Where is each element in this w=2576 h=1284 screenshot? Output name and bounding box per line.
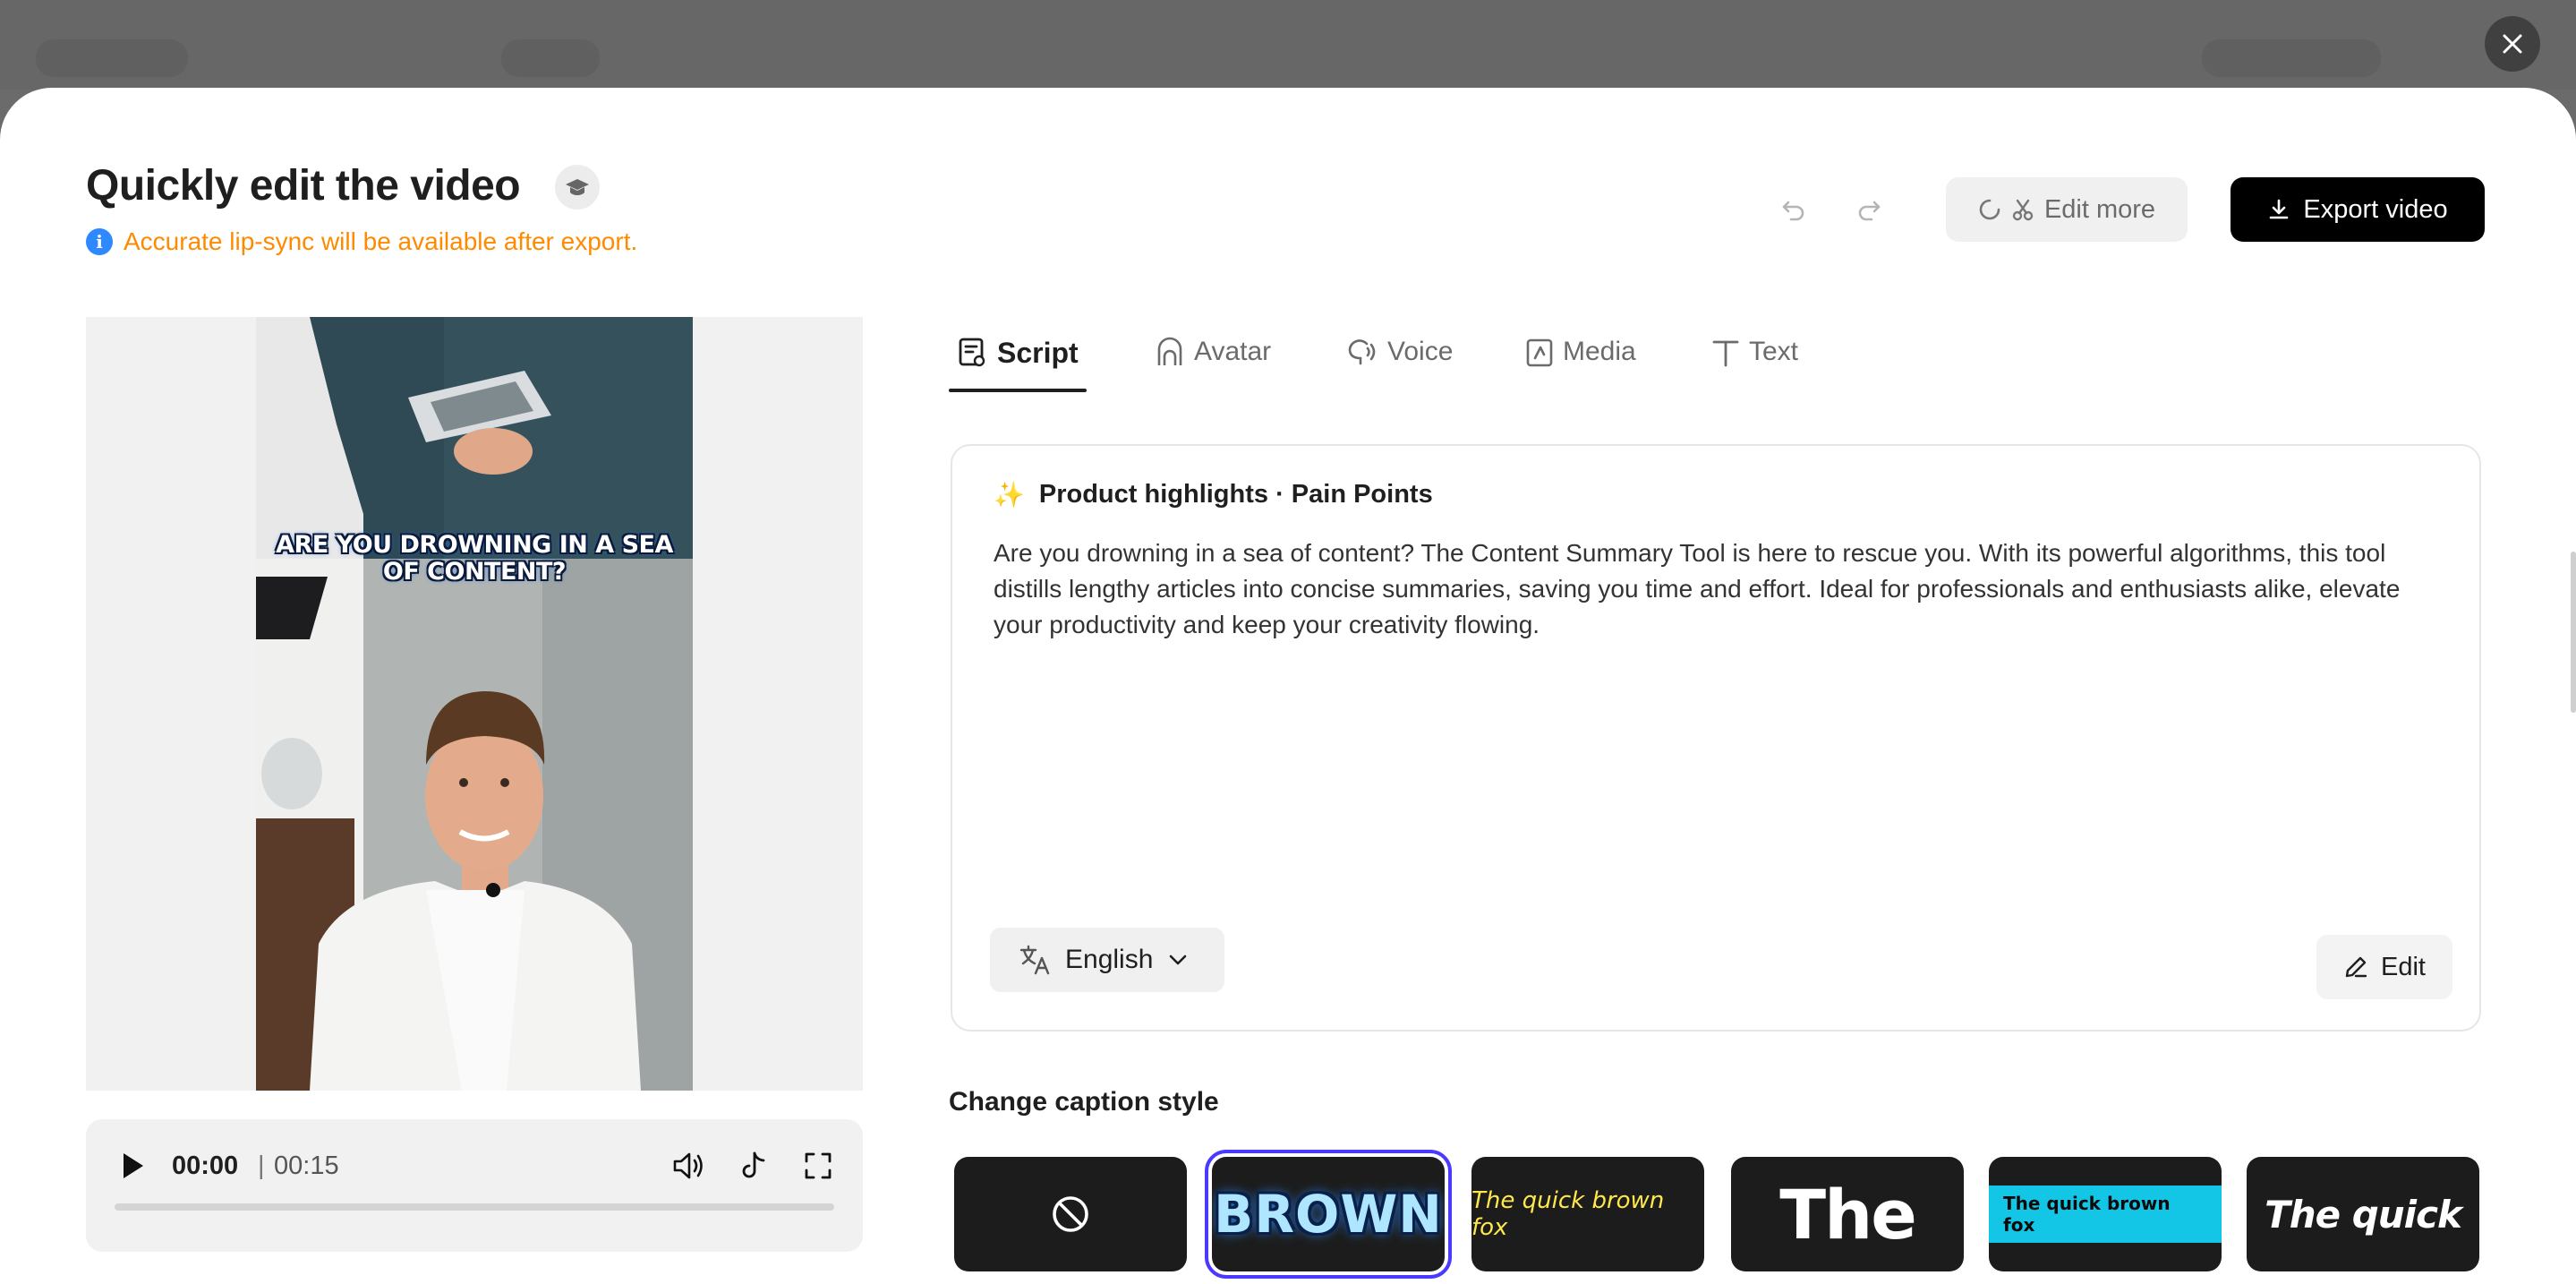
background-app <box>0 0 2576 90</box>
undo-button[interactable] <box>1769 184 1819 235</box>
caption-style-cyan-box[interactable]: The quick brown fox <box>1989 1157 2222 1271</box>
caption-style-sample: The quick <box>2265 1192 2462 1237</box>
background-blur <box>36 39 188 77</box>
script-heading: ✨ Product highlights · Pain Points <box>994 480 1433 509</box>
language-select[interactable]: English <box>990 928 1224 992</box>
tab-label: Voice <box>1387 337 1454 366</box>
caption-style-bold-italic[interactable]: The quick <box>2247 1157 2479 1271</box>
language-label: English <box>1065 945 1154 974</box>
no-caption-icon <box>1053 1196 1088 1232</box>
edit-script-button[interactable]: Edit <box>2316 935 2452 999</box>
close-icon <box>2503 34 2522 54</box>
fullscreen-button[interactable] <box>793 1141 843 1191</box>
tab-avatar[interactable]: Avatar <box>1155 330 1271 394</box>
avatar-video-image <box>256 317 693 1091</box>
caption-style-title: Change caption style <box>949 1087 1219 1117</box>
script-text: Are you drowning in a sea of content? Th… <box>994 539 2401 638</box>
text-icon <box>1712 340 1739 367</box>
loading-icon <box>1979 199 2000 220</box>
caption-style-none[interactable] <box>954 1157 1187 1271</box>
caption-style-bold-white[interactable]: The <box>1731 1157 1964 1271</box>
download-icon <box>2270 199 2289 219</box>
caption-style-brown[interactable]: BROWN <box>1205 1150 1452 1279</box>
close-button[interactable] <box>2485 16 2540 72</box>
script-icon <box>959 338 985 367</box>
tab-label: Script <box>997 337 1079 369</box>
tab-label: Text <box>1749 337 1799 366</box>
edit-video-modal: Quickly edit the video i Accurate lip-sy… <box>0 88 2576 1284</box>
script-card: ✨ Product highlights · Pain Points Are y… <box>951 444 2481 1031</box>
play-button[interactable] <box>107 1141 158 1191</box>
undo-icon <box>1782 201 1804 221</box>
active-tab-indicator <box>949 389 1087 392</box>
sparkle-icon: ✨ <box>994 481 1025 509</box>
edit-label: Edit <box>2381 952 2426 981</box>
video-preview: ARE YOU DROWNING IN A SEA OF CONTENT? <box>86 317 863 1091</box>
notice-text: Accurate lip-sync will be available afte… <box>124 227 638 255</box>
tab-script[interactable]: Script <box>958 330 1079 394</box>
redo-button[interactable] <box>1844 184 1894 235</box>
chevron-down-icon <box>1170 954 1187 965</box>
redo-icon <box>1858 201 1881 221</box>
scrollbar[interactable] <box>2571 552 2576 713</box>
caption-style-sample: BROWN <box>1214 1184 1443 1245</box>
tutorial-badge[interactable] <box>555 165 600 210</box>
tab-media[interactable]: Media <box>1525 330 1636 394</box>
voice-icon <box>1348 339 1376 365</box>
graduation-cap-icon <box>566 179 589 195</box>
export-label: Export video <box>2303 194 2448 224</box>
current-time: 00:00 <box>172 1151 239 1180</box>
caption-style-sample: The quick brown fox <box>1471 1187 1665 1241</box>
script-heading-text: Product highlights · Pain Points <box>1038 480 1433 509</box>
duration: 00:15 <box>274 1151 339 1180</box>
video-caption: ARE YOU DROWNING IN A SEA OF CONTENT? <box>276 531 673 586</box>
background-blur <box>2202 39 2381 77</box>
fullscreen-icon <box>805 1152 832 1179</box>
tiktok-button[interactable] <box>729 1141 779 1191</box>
avatar-icon <box>1157 337 1182 365</box>
caption-style-yellow[interactable]: The quick brown fox <box>1471 1157 1704 1271</box>
volume-button[interactable] <box>664 1141 714 1191</box>
export-video-button[interactable]: Export video <box>2231 177 2485 242</box>
info-icon: i <box>86 228 113 255</box>
tab-label: Avatar <box>1194 337 1272 366</box>
page-title: Quickly edit the video <box>86 162 521 210</box>
edit-more-label: Edit more <box>2043 194 2156 224</box>
volume-icon <box>673 1152 703 1179</box>
media-icon <box>1526 338 1553 367</box>
progress-bar[interactable] <box>115 1203 834 1211</box>
tab-text[interactable]: Text <box>1711 330 1798 394</box>
video-frame[interactable]: ARE YOU DROWNING IN A SEA OF CONTENT? <box>256 317 693 1091</box>
scissors-icon <box>2012 199 2034 221</box>
tab-voice[interactable]: Voice <box>1343 330 1453 394</box>
pencil-icon <box>2345 956 2367 978</box>
caption-style-sample: The quick brown fox <box>1989 1186 2222 1243</box>
tiktok-icon <box>742 1151 765 1178</box>
edit-more-button[interactable]: Edit more <box>1946 177 2188 242</box>
time-separator: | <box>258 1151 265 1180</box>
play-icon <box>124 1153 143 1178</box>
translate-icon <box>1019 945 1050 975</box>
background-blur <box>501 39 600 77</box>
player-controls: 00:00 | 00:15 <box>86 1119 863 1252</box>
lip-sync-notice: i Accurate lip-sync will be available af… <box>86 227 637 256</box>
caption-style-sample: The <box>1779 1174 1916 1254</box>
tab-label: Media <box>1563 337 1636 366</box>
